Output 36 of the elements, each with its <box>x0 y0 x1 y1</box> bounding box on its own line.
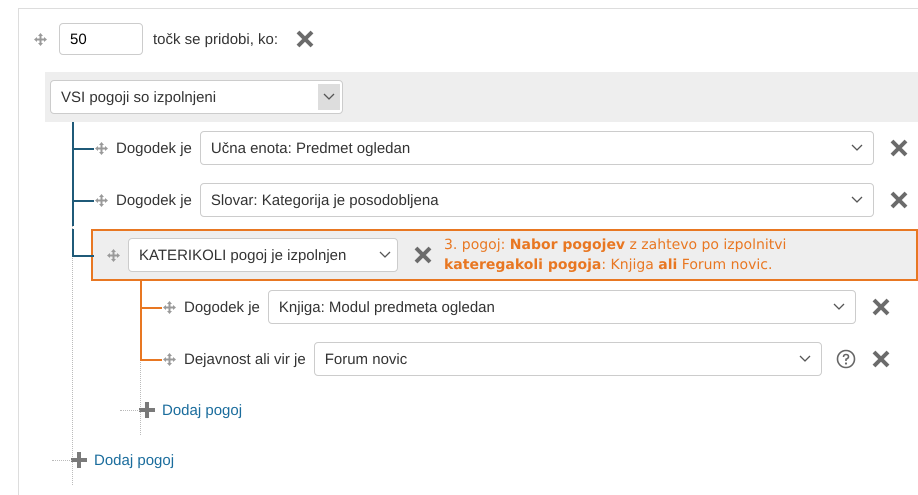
plus-icon[interactable] <box>138 401 156 419</box>
operator-select[interactable]: VSI pogoji so izpolnjeni <box>50 80 343 114</box>
move-handle-icon[interactable] <box>95 194 108 206</box>
chevron-down-icon <box>833 303 845 311</box>
chevron-down-icon <box>323 93 335 101</box>
move-handle-icon[interactable] <box>107 248 120 262</box>
condition-select[interactable]: Forum novic <box>314 342 822 376</box>
chevron-down-icon <box>379 251 391 259</box>
points-label: točk se pridobi, ko: <box>153 30 278 48</box>
operator-select[interactable]: KATERIKOLI pogoj je izpolnjen <box>128 238 398 272</box>
chevron-down-icon <box>851 196 863 204</box>
delete-icon[interactable] <box>872 298 890 316</box>
delete-icon[interactable] <box>414 246 432 264</box>
condition-label: Dejavnost ali vir je <box>184 350 306 368</box>
delete-icon[interactable] <box>890 139 908 157</box>
move-handle-icon[interactable] <box>95 142 108 154</box>
move-handle-icon[interactable] <box>163 300 176 314</box>
move-handle-icon[interactable] <box>34 32 47 46</box>
condition-label: Dogodek je <box>184 298 260 316</box>
annotation-text: 3. pogoj: Nabor pogojev z zahtevo po izpolnitvi kateregakoli pogoja: Knjiga ali Forum novic. <box>444 236 788 275</box>
add-condition-link[interactable]: Dodaj pogoj <box>162 402 242 418</box>
condition-select[interactable]: Slovar: Kategorija je posodobljena <box>200 183 874 217</box>
delete-icon[interactable] <box>890 191 908 209</box>
delete-icon[interactable] <box>296 30 314 48</box>
chevron-down-icon <box>799 355 811 363</box>
add-condition-link[interactable]: Dodaj pogoj <box>94 452 174 468</box>
help-icon[interactable] <box>836 349 856 369</box>
plus-icon[interactable] <box>70 451 88 469</box>
condition-label: Dogodek je <box>116 192 192 208</box>
condition-select[interactable]: Učna enota: Predmet ogledan <box>200 131 874 165</box>
condition-select[interactable]: Knjiga: Modul predmeta ogledan <box>268 290 856 324</box>
chevron-down-icon <box>851 144 863 152</box>
move-handle-icon[interactable] <box>163 352 176 366</box>
points-input[interactable]: 50 <box>59 23 143 55</box>
condition-label: Dogodek je <box>116 140 192 156</box>
delete-icon[interactable] <box>872 350 890 368</box>
